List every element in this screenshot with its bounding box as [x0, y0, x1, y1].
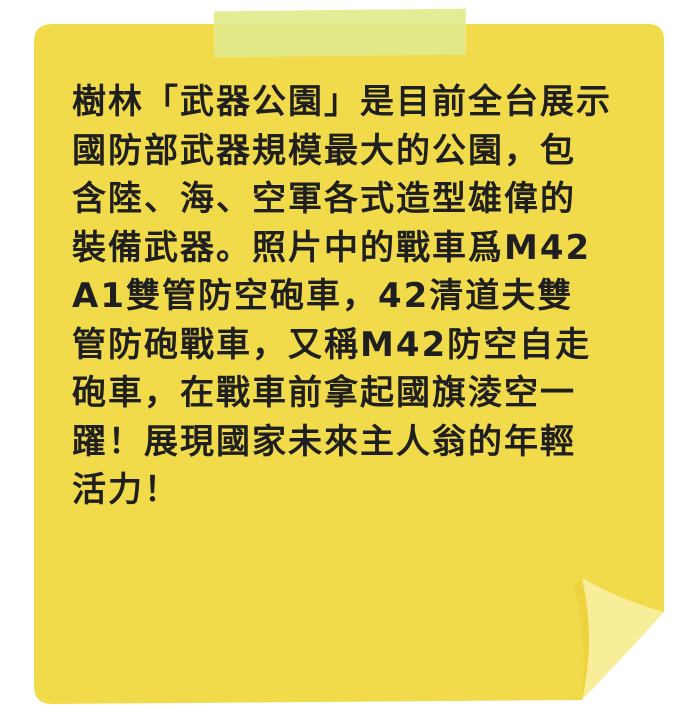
note-line: 裝備武器。照片中的戰車爲M42 [72, 227, 592, 268]
note-line: 國防部武器規模最大的公園，包 [72, 130, 576, 171]
note-line: 含陸、海、空軍各式造型雄偉的 [72, 179, 576, 219]
note-line: 樹林「武器公園」是目前全台展示 [72, 82, 612, 122]
note-line: 躍！展現國家未來主人翁的年輕 [72, 421, 576, 462]
sticky-note-graphic: 樹林「武器公園」是目前全台展示 國防部武器規模最大的公園，包 含陸、海、空軍各式… [0, 0, 694, 719]
note-line: 活力！ [72, 470, 180, 510]
note-line: 砲車，在戰車前拿起國旗淩空一 [72, 373, 576, 413]
note-text: 樹林「武器公園」是目前全台展示 國防部武器規模最大的公園，包 含陸、海、空軍各式… [72, 78, 632, 515]
note-line: 管防砲戰車，又稱M42防空自走 [72, 324, 592, 365]
note-line: A1雙管防空砲車，42清道夫雙 [72, 276, 574, 316]
masking-tape [213, 8, 467, 58]
